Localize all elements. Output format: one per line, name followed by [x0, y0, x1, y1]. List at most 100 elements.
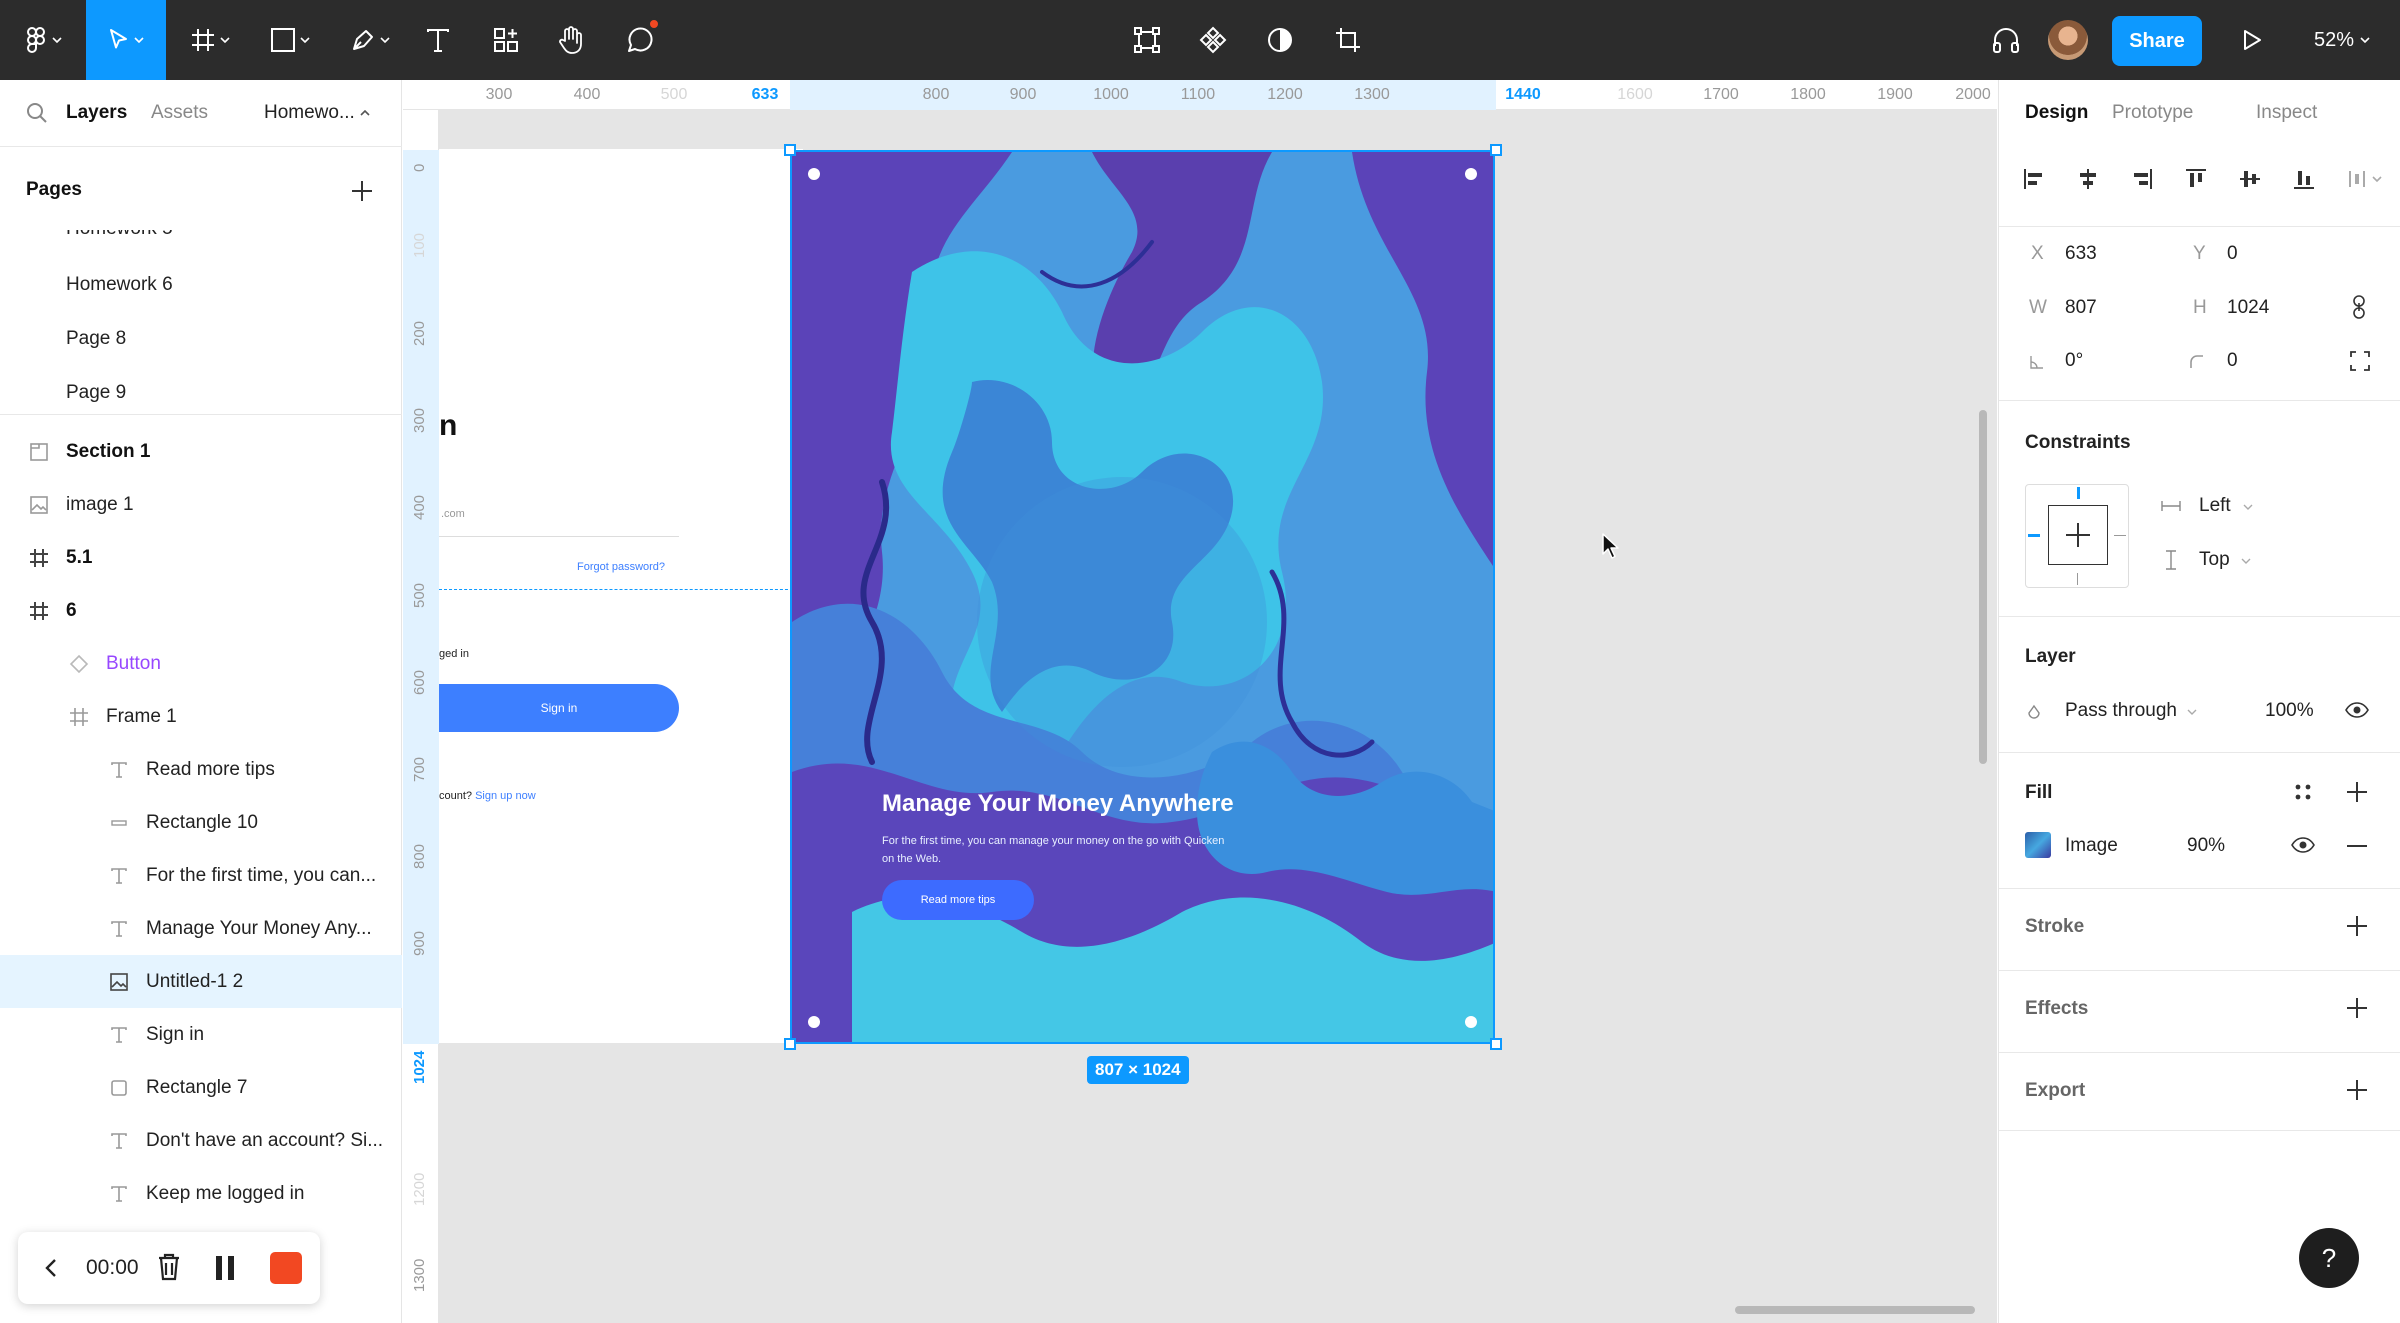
- add-page-plus-icon[interactable]: [350, 179, 374, 203]
- constraints-widget[interactable]: [2025, 484, 2129, 588]
- layer-row-frame-1[interactable]: Frame 1: [0, 690, 402, 743]
- add-fill-plus-icon[interactable]: [2345, 780, 2369, 804]
- layer-row-read-more-tips[interactable]: Read more tips: [0, 743, 402, 796]
- resize-handle-bottom-right[interactable]: [1490, 1038, 1502, 1050]
- align-top-button[interactable]: [2181, 164, 2211, 194]
- share-button[interactable]: Share: [2112, 16, 2202, 66]
- layer-row-rectangle-10[interactable]: Rectangle 10: [0, 796, 402, 849]
- page-switcher[interactable]: Homewo...: [264, 102, 355, 124]
- present-button[interactable]: [2232, 0, 2272, 80]
- tab-design[interactable]: Design: [2025, 102, 2088, 124]
- width-input[interactable]: 807: [2065, 297, 2097, 319]
- trash-icon[interactable]: [156, 1252, 182, 1282]
- height-input[interactable]: 1024: [2227, 297, 2269, 319]
- independent-corners-icon[interactable]: [2349, 350, 2371, 372]
- forgot-password-link[interactable]: Forgot password?: [577, 561, 665, 573]
- constraint-left-active[interactable]: [2028, 534, 2040, 537]
- user-avatar[interactable]: [2048, 20, 2088, 60]
- remove-fill-minus-icon[interactable]: [2347, 845, 2367, 847]
- add-effect-plus-icon[interactable]: [2345, 996, 2369, 1020]
- frame-tool-button[interactable]: [180, 0, 240, 80]
- corner-radius-input[interactable]: 0: [2227, 350, 2238, 372]
- create-component-button[interactable]: [1193, 0, 1233, 80]
- fill-opacity-input[interactable]: 90%: [2187, 835, 2225, 857]
- blend-mode-select[interactable]: Pass through: [2065, 700, 2177, 722]
- page-item-homework-6[interactable]: Homework 6: [66, 274, 173, 296]
- main-menu-button[interactable]: [16, 0, 72, 80]
- corner-radius-handle[interactable]: [1465, 1016, 1477, 1028]
- search-icon[interactable]: [26, 102, 48, 124]
- zoom-menu[interactable]: 52%: [2314, 0, 2370, 80]
- vertical-constraint-select[interactable]: Top: [2199, 549, 2230, 571]
- corner-radius-handle[interactable]: [808, 1016, 820, 1028]
- vertical-scrollbar[interactable]: [1979, 410, 1987, 764]
- align-center-horizontal-button[interactable]: [2073, 164, 2103, 194]
- pen-tool-button[interactable]: [340, 0, 400, 80]
- eye-icon[interactable]: [2291, 837, 2315, 853]
- tab-inspect[interactable]: Inspect: [2256, 102, 2317, 124]
- align-bottom-button[interactable]: [2289, 164, 2319, 194]
- constraint-top-active[interactable]: [2077, 487, 2080, 499]
- crop-button[interactable]: [1328, 0, 1368, 80]
- add-stroke-plus-icon[interactable]: [2345, 914, 2369, 938]
- stop-record-button[interactable]: [270, 1252, 302, 1284]
- align-left-button[interactable]: [2019, 164, 2049, 194]
- pause-icon[interactable]: [214, 1254, 236, 1282]
- text-tool-button[interactable]: [418, 0, 458, 80]
- rotation-input[interactable]: 0°: [2065, 350, 2083, 372]
- sign-up-link[interactable]: Sign up now: [475, 790, 536, 802]
- horizontal-scrollbar[interactable]: [1735, 1306, 1975, 1314]
- constraint-right[interactable]: [2114, 535, 2126, 536]
- layer-row-dont-have-account[interactable]: Don't have an account? Si...: [0, 1114, 402, 1167]
- audio-call-button[interactable]: [1986, 0, 2026, 80]
- resources-button[interactable]: [486, 0, 526, 80]
- layer-row-first-time-text[interactable]: For the first time, you can...: [0, 849, 402, 902]
- resize-handle-bottom-left[interactable]: [784, 1038, 796, 1050]
- constraint-bottom[interactable]: [2077, 573, 2078, 585]
- fill-image-swatch[interactable]: [2025, 832, 2051, 858]
- chevron-left-icon[interactable]: [44, 1258, 58, 1278]
- constrain-proportions-icon[interactable]: [2351, 294, 2367, 320]
- canvas[interactable]: 300 400 500 633 800 900 1000 1100 1200 1…: [403, 80, 1997, 1323]
- layer-row-6[interactable]: 6: [0, 584, 402, 637]
- tab-layers[interactable]: Layers: [66, 102, 127, 124]
- align-center-vertical-button[interactable]: [2235, 164, 2265, 194]
- mask-button[interactable]: [1260, 0, 1300, 80]
- component-frame-button[interactable]: [1127, 0, 1167, 80]
- signin-frame-partial[interactable]: n .com Forgot password? ged in Sign in c…: [439, 149, 803, 1043]
- help-button[interactable]: ?: [2299, 1228, 2359, 1288]
- layer-row-untitled-1-2[interactable]: Untitled-1 2: [0, 955, 402, 1008]
- layer-row-rectangle-7[interactable]: Rectangle 7: [0, 1061, 402, 1114]
- read-more-tips-button[interactable]: Read more tips: [882, 880, 1034, 920]
- distribute-menu-button[interactable]: [2345, 164, 2385, 194]
- page-item-page-9[interactable]: Page 9: [66, 382, 126, 404]
- shape-tool-button[interactable]: [258, 0, 322, 80]
- layer-row-manage-money-text[interactable]: Manage Your Money Any...: [0, 902, 402, 955]
- horizontal-constraint-select[interactable]: Left: [2199, 495, 2231, 517]
- resize-handle-top-right[interactable]: [1490, 144, 1502, 156]
- fill-type-label[interactable]: Image: [2065, 835, 2118, 857]
- x-input[interactable]: 633: [2065, 243, 2097, 265]
- tab-assets[interactable]: Assets: [151, 102, 208, 124]
- hand-tool-button[interactable]: [551, 0, 591, 80]
- untitled-image-frame[interactable]: Manage Your Money Anywhere For the first…: [790, 150, 1495, 1044]
- y-input[interactable]: 0: [2227, 243, 2238, 265]
- sign-in-button[interactable]: Sign in: [439, 684, 679, 732]
- add-export-plus-icon[interactable]: [2345, 1078, 2369, 1102]
- corner-radius-handle[interactable]: [1465, 168, 1477, 180]
- style-grid-icon[interactable]: [2293, 782, 2313, 802]
- page-item-homework-5[interactable]: Homework 5: [66, 230, 173, 240]
- layer-row-keep-logged-in[interactable]: Keep me logged in: [0, 1167, 402, 1220]
- resize-handle-top-left[interactable]: [784, 144, 796, 156]
- page-item-page-8[interactable]: Page 8: [66, 328, 126, 350]
- move-tool-button[interactable]: [86, 0, 166, 80]
- tab-prototype[interactable]: Prototype: [2112, 102, 2193, 124]
- layer-opacity-input[interactable]: 100%: [2265, 700, 2314, 722]
- layer-row-sign-in[interactable]: Sign in: [0, 1008, 402, 1061]
- layer-row-5-1[interactable]: 5.1: [0, 531, 402, 584]
- corner-radius-handle[interactable]: [808, 168, 820, 180]
- eye-icon[interactable]: [2345, 702, 2369, 718]
- layer-row-section-1[interactable]: Section 1: [0, 425, 402, 478]
- comment-tool-button[interactable]: [618, 0, 662, 80]
- align-right-button[interactable]: [2127, 164, 2157, 194]
